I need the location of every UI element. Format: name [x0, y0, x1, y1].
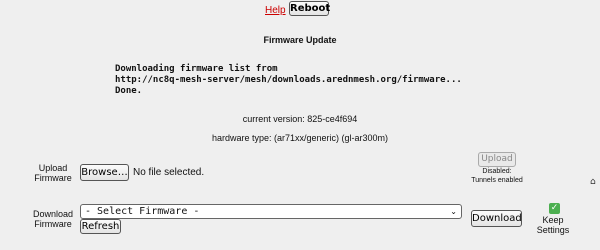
hardware-type-text: hardware type: (ar71xx/generic) (gl-ar30… [211, 133, 389, 143]
current-version-text: current version: 825-ce4f694 [242, 114, 358, 124]
upload-firmware-label: Upload Firmware [34, 163, 72, 183]
page-title: Firmware Update [263, 35, 337, 45]
log-line: Done. [115, 86, 143, 96]
firmware-select[interactable]: - Select Firmware - ⌄ [80, 204, 462, 219]
download-button[interactable]: Download [471, 210, 522, 227]
log-line: Downloading firmware list from [115, 64, 278, 74]
checkmark-icon: ✓ [550, 203, 559, 213]
status-log: Downloading firmware list from http://nc8… [115, 64, 462, 97]
reboot-button[interactable]: Reboot [289, 1, 330, 16]
file-status-text: No file selected. [133, 167, 205, 178]
browse-button[interactable]: Browse… [80, 164, 129, 181]
download-firmware-label: Download Firmware [32, 209, 74, 229]
firmware-update-page: Help Reboot Firmware Update Downloading … [0, 0, 600, 250]
keep-settings-checkbox[interactable]: ✓ [549, 203, 560, 214]
chevron-down-icon: ⌄ [450, 207, 457, 216]
firmware-select-value: - Select Firmware - [85, 206, 200, 217]
log-line: http://nc8q-mesh-server/mesh/downloads.a… [115, 75, 462, 85]
text-cursor-icon: ⌂ [590, 177, 596, 187]
refresh-button[interactable]: Refresh [80, 219, 121, 234]
upload-disabled-note: Disabled: Tunnels enabled [471, 168, 523, 184]
keep-settings-label: Keep Settings [536, 215, 570, 235]
help-link[interactable]: Help [265, 5, 286, 16]
upload-button[interactable]: Upload [478, 152, 516, 167]
